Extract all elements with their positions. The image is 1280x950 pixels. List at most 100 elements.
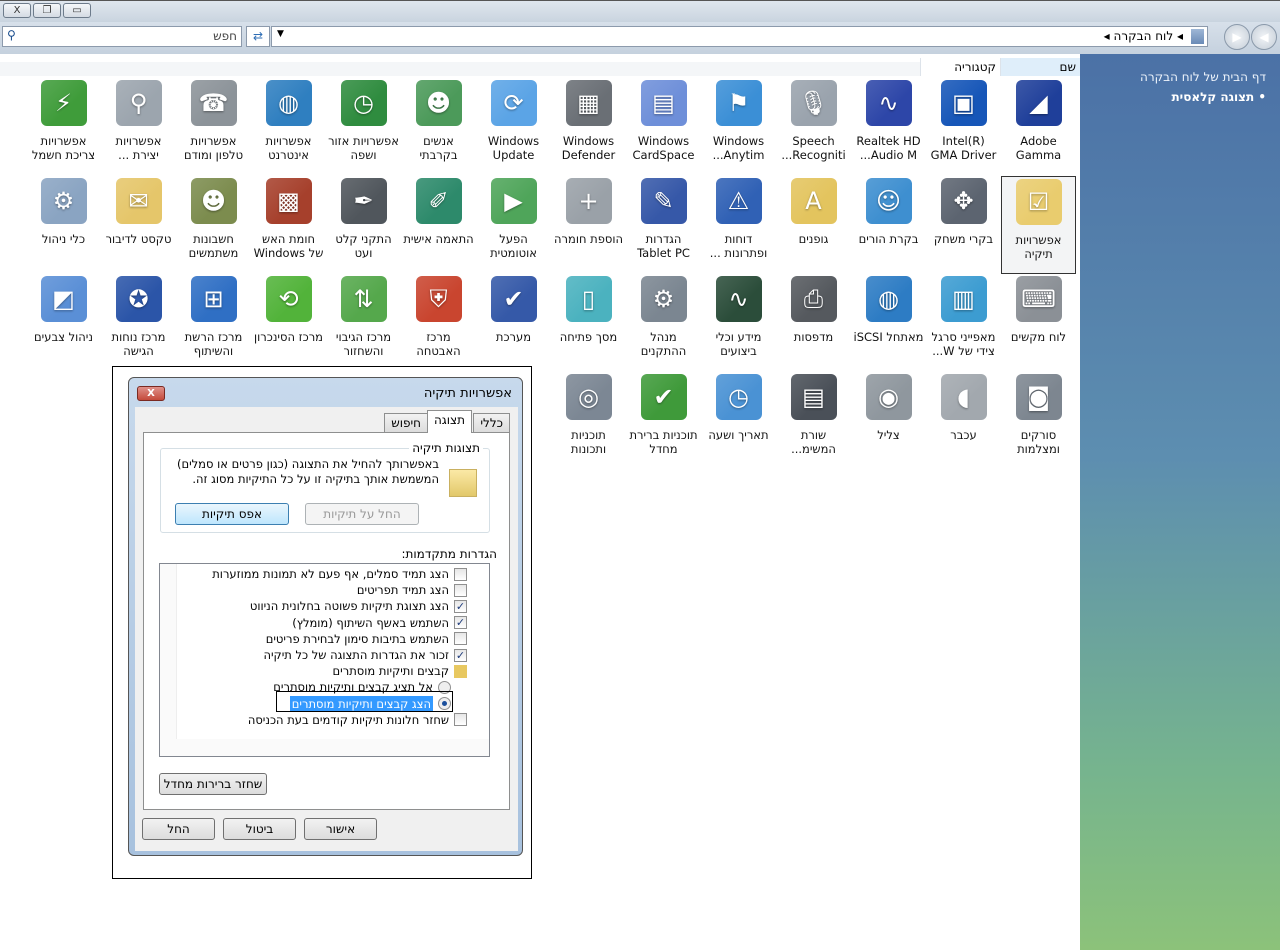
control-panel-item[interactable]: ∿ Realtek HD Audio M... xyxy=(851,78,926,176)
control-panel-item[interactable]: ◖ עכבר xyxy=(926,372,1001,470)
control-panel-item[interactable]: ◙ סורקים ומצלמות xyxy=(1001,372,1076,470)
control-panel-item[interactable]: ⇅ מרכז הגיבוי והשחזור xyxy=(326,274,401,372)
control-panel-item[interactable]: ⛨ מרכז האבטחה xyxy=(401,274,476,372)
control-panel-item[interactable]: ⎙ מדפסות xyxy=(776,274,851,372)
column-category[interactable]: קטגוריה xyxy=(920,58,1000,76)
setting-checkbox[interactable]: השתמש בתיבות סימון לבחירת פריטים xyxy=(266,631,467,647)
control-panel-item[interactable]: + הוספת חומרה xyxy=(551,176,626,274)
tab-general[interactable]: כללי xyxy=(473,413,510,432)
control-panel-home-link[interactable]: דף הבית של לוח הבקרה xyxy=(1094,70,1266,84)
checkbox[interactable]: ✓ xyxy=(454,616,467,630)
item-label: מרכז הסינכרון xyxy=(253,330,323,344)
reset-folders-button[interactable]: אפס תיקיות xyxy=(175,503,289,525)
setting-checkbox[interactable]: הצג תמיד תפריטים xyxy=(357,582,467,598)
checkbox[interactable] xyxy=(454,632,467,646)
horizontal-scrollbar[interactable] xyxy=(160,739,489,756)
setting-checkbox[interactable]: הצג תמיד סמלים, אף פעם לא תמונות ממוזערו… xyxy=(212,566,467,582)
control-panel-item[interactable]: ⊞ מרכז הרשת והשיתוף xyxy=(176,274,251,372)
control-panel-item[interactable]: ✉ טקסט לדיבור xyxy=(101,176,176,274)
column-name[interactable]: שם xyxy=(1000,58,1080,76)
performance-icon: ∿ xyxy=(715,276,762,322)
control-panel-item[interactable]: ⚙ מנהל ההתקנים xyxy=(626,274,701,372)
item-label: ניהול צבעים xyxy=(34,330,93,344)
breadcrumb-control-panel[interactable]: ◂ לוח הבקרה ◂ xyxy=(1104,29,1183,43)
control-panel-item[interactable]: A גופנים xyxy=(776,176,851,274)
control-panel-item[interactable]: ▥ מאפייני סרגל צידי של W... xyxy=(926,274,1001,372)
control-panel-item[interactable]: ✥ בקרי משחק xyxy=(926,176,1001,274)
control-panel-item[interactable]: ☎ אפשרויות טלפון ומודם xyxy=(176,78,251,176)
restore-defaults-button[interactable]: שחזר ברירות מחדל xyxy=(159,773,267,795)
control-panel-item[interactable]: ◉ צליל xyxy=(851,372,926,470)
control-panel-item[interactable]: ⟲ מרכז הסינכרון xyxy=(251,274,326,372)
cancel-button[interactable]: ביטול xyxy=(223,818,296,840)
vertical-scrollbar[interactable] xyxy=(160,564,177,740)
forward-button[interactable]: ▶ xyxy=(1224,24,1250,50)
control-panel-item[interactable]: ◍ מאתחל iSCSI xyxy=(851,274,926,372)
control-panel-item[interactable]: ∿ מידע וכלי ביצועים xyxy=(701,274,776,372)
search-icon[interactable]: ⚲ xyxy=(7,28,16,42)
setting-folder[interactable]: קבצים ותיקיות מוסתרים xyxy=(333,663,467,679)
control-panel-icon xyxy=(1191,29,1204,44)
checkbox[interactable] xyxy=(454,567,467,581)
search-input[interactable]: חפש ⚲ xyxy=(2,26,242,47)
apply-to-folders-button[interactable]: החל על תיקיות xyxy=(305,503,419,525)
control-panel-item[interactable]: ⌨ לוח מקשים xyxy=(1001,274,1076,372)
setting-checkbox[interactable]: שחזר חלונות תיקיות קודמים בעת הכניסה xyxy=(248,712,467,728)
control-panel-item[interactable]: ☻ חשבונות משתמשים xyxy=(176,176,251,274)
tab-search[interactable]: חיפוש xyxy=(384,413,428,432)
control-panel-item[interactable]: ⚙ כלי ניהול xyxy=(26,176,101,274)
ok-button[interactable]: אישור xyxy=(304,818,377,840)
restore-window-button[interactable]: ❐ xyxy=(33,3,61,18)
view-tab-page: תצוגות תיקיה באפשרותך להחיל את התצוגה (כ… xyxy=(143,432,510,810)
control-panel-item[interactable]: ✎ הגדרות Tablet PC xyxy=(626,176,701,274)
control-panel-item[interactable]: ◢ Adobe Gamma xyxy=(1001,78,1076,176)
control-panel-item[interactable]: ◎ תוכניות ותכונות xyxy=(551,372,626,470)
setting-checkbox[interactable]: ✓ השתמש באשף השיתוף (מומלץ) xyxy=(292,615,467,631)
checkbox[interactable] xyxy=(454,713,467,727)
control-panel-item[interactable]: ✔ מערכת xyxy=(476,274,551,372)
apply-button[interactable]: החל xyxy=(142,818,215,840)
control-panel-item[interactable]: ✔ תוכניות ברירת מחדל xyxy=(626,372,701,470)
close-window-button[interactable]: X xyxy=(3,3,31,18)
dialog-close-button[interactable]: X xyxy=(137,386,165,401)
setting-checkbox[interactable]: ✓ הצג תצוגת תיקיות פשוטה בחלונית הניווט xyxy=(250,598,467,614)
checkbox[interactable] xyxy=(454,583,467,597)
address-dropdown-icon[interactable]: ▼ xyxy=(277,29,284,39)
control-panel-item[interactable]: ▯ מסך פתיחה xyxy=(551,274,626,372)
checkbox[interactable]: ✓ xyxy=(454,648,467,662)
welcome-center-icon: ▯ xyxy=(565,276,612,322)
control-panel-item[interactable]: ✒ התקני קלט ועט xyxy=(326,176,401,274)
control-panel-item[interactable]: ☑ אפשרויות תיקיה xyxy=(1001,176,1076,274)
classic-view-item[interactable]: • תצוגה קלאסית xyxy=(1094,90,1266,104)
speaker-icon: ◉ xyxy=(865,374,912,420)
control-panel-item[interactable]: ▤ Windows CardSpace xyxy=(626,78,701,176)
control-panel-item[interactable]: ⚲ אפשרויות יצירת ... xyxy=(101,78,176,176)
checkbox[interactable]: ✓ xyxy=(454,599,467,613)
minimize-window-button[interactable]: ▭ xyxy=(63,3,91,18)
back-button[interactable]: ◀ xyxy=(1251,24,1277,50)
control-panel-item[interactable]: ▶ הפעל אוטומטית xyxy=(476,176,551,274)
control-panel-item[interactable]: ✪ מרכז נוחות הגישה xyxy=(101,274,176,372)
tab-view[interactable]: תצוגה xyxy=(426,410,472,433)
control-panel-item[interactable]: ⟳ Windows Update xyxy=(476,78,551,176)
control-panel-item[interactable]: ☺ בקרת הורים xyxy=(851,176,926,274)
control-panel-item[interactable]: ◍ אפשרויות אינטרנט xyxy=(251,78,326,176)
control-panel-item[interactable]: ⚡ אפשרויות צריכת חשמל xyxy=(26,78,101,176)
control-panel-item[interactable]: ◷ תאריך ושעה xyxy=(701,372,776,470)
control-panel-item[interactable]: ▤ שורת המשימ... xyxy=(776,372,851,470)
control-panel-item[interactable]: ▩ חומת האש של Windows xyxy=(251,176,326,274)
device-manager-icon: ⚙ xyxy=(640,276,687,322)
control-panel-item[interactable]: ☻ אנשים בקרבתי xyxy=(401,78,476,176)
control-panel-item[interactable]: ✐ התאמה אישית xyxy=(401,176,476,274)
setting-checkbox[interactable]: ✓ זכור את הגדרות התצוגה של כל תיקיה xyxy=(263,647,467,663)
refresh-button[interactable]: ⇄ xyxy=(246,26,270,47)
control-panel-item[interactable]: 🎙 Speech Recogniti... xyxy=(776,78,851,176)
control-panel-item[interactable]: ▣ Intel(R) GMA Driver xyxy=(926,78,1001,176)
control-panel-item[interactable]: ◩ ניהול צבעים xyxy=(26,274,101,372)
address-bar[interactable]: ◂ לוח הבקרה ◂ ▼ xyxy=(271,26,1208,47)
advanced-settings-list[interactable]: הצג תמיד סמלים, אף פעם לא תמונות ממוזערו… xyxy=(159,563,490,757)
control-panel-item[interactable]: ⚠ דוחות ופתרונות ... xyxy=(701,176,776,274)
control-panel-item[interactable]: ▦ Windows Defender xyxy=(551,78,626,176)
control-panel-item[interactable]: ⚑ Windows Anytim... xyxy=(701,78,776,176)
control-panel-item[interactable]: ◷ אפשרויות אזור ושפה xyxy=(326,78,401,176)
